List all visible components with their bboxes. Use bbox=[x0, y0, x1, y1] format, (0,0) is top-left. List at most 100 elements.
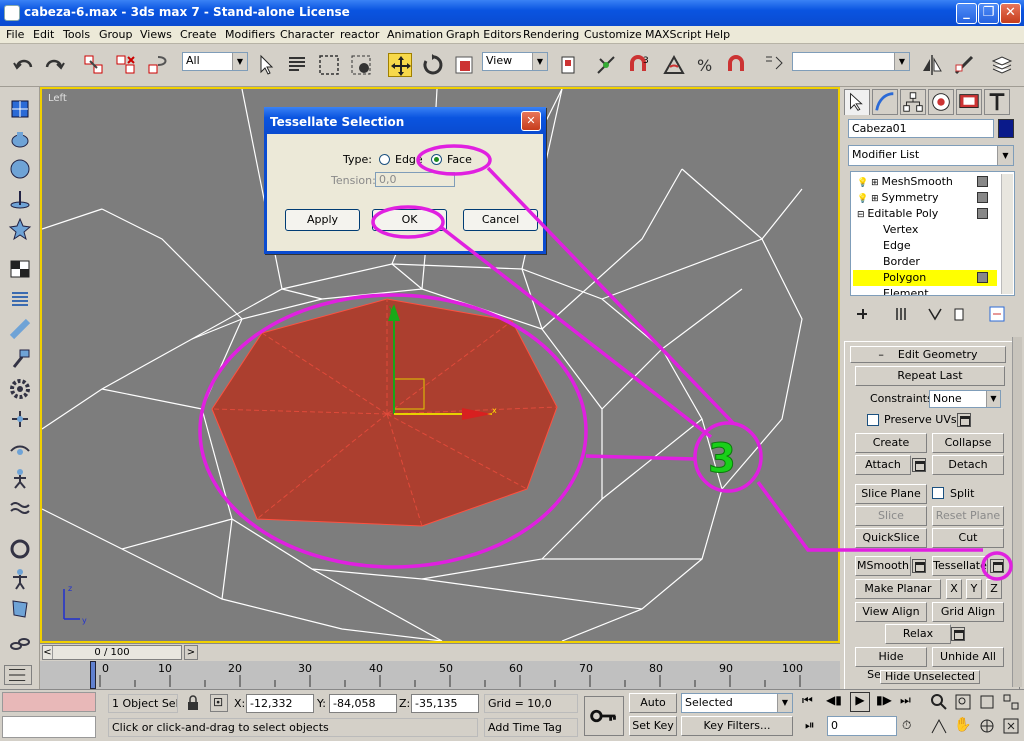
go-to-start-icon[interactable]: ⏮ bbox=[802, 693, 820, 713]
current-frame-field[interactable]: 0 bbox=[827, 716, 897, 736]
reference-coordinate-dropdown[interactable]: View ▼ bbox=[482, 52, 548, 71]
redo-icon[interactable] bbox=[42, 53, 66, 77]
tessellate-settings-button[interactable] bbox=[990, 559, 1004, 573]
menu-help[interactable]: Help bbox=[705, 28, 730, 41]
meshsmooth-toggle[interactable] bbox=[977, 176, 988, 187]
spinner-snap-icon[interactable] bbox=[726, 53, 750, 77]
arc-rotate-icon[interactable] bbox=[978, 717, 996, 735]
display-tab-icon[interactable] bbox=[956, 89, 982, 115]
reset-plane-button[interactable]: Reset Plane bbox=[932, 506, 1004, 526]
relax-button[interactable]: Relax bbox=[885, 624, 951, 644]
menu-views[interactable]: Views bbox=[140, 28, 172, 41]
cloth-icon[interactable] bbox=[8, 597, 32, 621]
make-planar-x-button[interactable]: X bbox=[946, 579, 962, 599]
zoom-all-icon[interactable] bbox=[954, 693, 972, 711]
select-by-name-icon[interactable] bbox=[285, 53, 309, 77]
create-box-icon[interactable] bbox=[8, 97, 32, 121]
menu-reactor[interactable]: reactor bbox=[340, 28, 379, 41]
percent-snap-icon[interactable]: % bbox=[694, 53, 718, 77]
repeat-last-button[interactable]: Repeat Last bbox=[855, 366, 1005, 386]
stack-item-border[interactable]: Border bbox=[883, 254, 920, 270]
key-filters-button[interactable]: Key Filters... bbox=[681, 716, 793, 736]
attach-list-button[interactable] bbox=[912, 458, 926, 472]
collapse-button[interactable]: Collapse bbox=[932, 433, 1004, 453]
snaps-toggle-icon[interactable]: 3 bbox=[628, 53, 652, 77]
stack-item-polygon[interactable]: Polygon bbox=[853, 270, 997, 286]
create-button[interactable]: Create bbox=[855, 433, 927, 453]
dialog-close-button[interactable]: ✕ bbox=[521, 111, 541, 131]
time-configuration-icon[interactable]: ⏱ bbox=[902, 718, 920, 736]
editable-poly-toggle[interactable] bbox=[977, 208, 988, 219]
selection-filter-dropdown[interactable]: All ▼ bbox=[182, 52, 248, 71]
modify-tab-icon[interactable] bbox=[872, 89, 898, 115]
link-chain-icon[interactable] bbox=[8, 632, 32, 656]
attach-button[interactable]: Attach bbox=[855, 455, 911, 475]
hammer-icon[interactable] bbox=[8, 347, 32, 371]
previous-frame-icon[interactable]: ◀▮ bbox=[826, 693, 844, 713]
add-time-tag[interactable]: Add Time Tag bbox=[484, 718, 578, 737]
motion-tab-icon[interactable] bbox=[928, 89, 954, 115]
time-slider[interactable]: <0 / 100 > bbox=[40, 643, 840, 661]
use-pivot-center-icon[interactable] bbox=[556, 53, 580, 77]
close-button[interactable]: ✕ bbox=[1000, 3, 1021, 24]
lock-selection-icon[interactable] bbox=[186, 695, 200, 711]
make-unique-icon[interactable] bbox=[926, 305, 944, 323]
maxscript-input-mini[interactable] bbox=[2, 716, 96, 738]
unhide-all-button[interactable]: Unhide All bbox=[932, 647, 1004, 667]
named-selection-sets-dropdown[interactable]: ▼ bbox=[792, 52, 910, 71]
menu-modifiers[interactable]: Modifiers bbox=[225, 28, 275, 41]
y-coordinate-field[interactable]: -84,058 bbox=[329, 694, 397, 713]
detach-button[interactable]: Detach bbox=[932, 455, 1004, 475]
grid-display-icon[interactable] bbox=[8, 257, 32, 281]
loop-icon[interactable] bbox=[8, 537, 32, 561]
track-bar[interactable]: 0 10 20 30 40 50 60 70 80 90 100 bbox=[4, 661, 840, 689]
object-color-swatch[interactable] bbox=[998, 119, 1014, 138]
split-checkbox[interactable] bbox=[932, 487, 944, 499]
zoom-extents-all-icon[interactable] bbox=[1002, 693, 1020, 711]
unlink-selection-icon[interactable] bbox=[114, 53, 138, 77]
edit-geometry-rollout-header[interactable]: – Edit Geometry bbox=[850, 346, 1006, 363]
modifier-list-dropdown[interactable]: Modifier List ▼ bbox=[848, 145, 1014, 166]
stack-item-element[interactable]: Element bbox=[883, 286, 929, 295]
menu-animation[interactable]: Animation bbox=[387, 28, 443, 41]
menu-rendering[interactable]: Rendering bbox=[523, 28, 579, 41]
configure-modifier-sets-icon[interactable] bbox=[988, 305, 1006, 323]
menu-group[interactable]: Group bbox=[99, 28, 133, 41]
align-icon[interactable] bbox=[952, 53, 976, 77]
select-and-move-icon[interactable] bbox=[388, 53, 412, 77]
current-frame-marker[interactable] bbox=[90, 661, 96, 689]
figure-icon[interactable] bbox=[8, 567, 32, 591]
relax-settings-button[interactable] bbox=[951, 627, 965, 641]
msmooth-button[interactable]: MSmooth bbox=[855, 556, 911, 576]
x-coordinate-field[interactable]: -12,332 bbox=[246, 694, 314, 713]
zoom-extents-icon[interactable] bbox=[978, 693, 996, 711]
menu-graph-editors[interactable]: Graph Editors bbox=[446, 28, 522, 41]
select-and-manipulate-icon[interactable] bbox=[594, 53, 618, 77]
create-tab-icon[interactable] bbox=[844, 89, 870, 115]
maximize-viewport-icon[interactable] bbox=[1002, 717, 1020, 735]
create-sphere-icon[interactable] bbox=[8, 157, 32, 181]
set-key-button[interactable]: Set Key bbox=[629, 716, 677, 736]
ok-button[interactable]: OK bbox=[372, 209, 447, 231]
select-and-rotate-icon[interactable] bbox=[420, 53, 444, 77]
hide-unselected-button[interactable]: Hide Unselected bbox=[880, 670, 980, 684]
constraints-dropdown[interactable]: None ▼ bbox=[929, 390, 1001, 408]
menu-file[interactable]: File bbox=[6, 28, 24, 41]
tube-icon[interactable] bbox=[8, 317, 32, 341]
symmetry-toggle[interactable] bbox=[977, 192, 988, 203]
next-frame-icon[interactable]: ▮▶ bbox=[876, 693, 894, 713]
time-slider-thumb[interactable]: <0 / 100 bbox=[42, 645, 182, 660]
coil-icon[interactable] bbox=[8, 287, 32, 311]
go-to-end-icon[interactable]: ⏭ bbox=[900, 693, 918, 713]
object-name-field[interactable]: Cabeza01 bbox=[848, 119, 994, 138]
menu-character[interactable]: Character bbox=[280, 28, 334, 41]
apply-button[interactable]: Apply bbox=[285, 209, 360, 231]
menu-tools[interactable]: Tools bbox=[63, 28, 90, 41]
angle-snap-icon[interactable] bbox=[662, 53, 686, 77]
edit-named-selection-icon[interactable] bbox=[762, 53, 786, 77]
pin-stack-icon[interactable] bbox=[854, 305, 872, 323]
curve-editor-icon[interactable] bbox=[4, 665, 32, 685]
z-coordinate-field[interactable]: -35,135 bbox=[411, 694, 479, 713]
make-planar-button[interactable]: Make Planar bbox=[855, 579, 941, 599]
maxscript-listener-mini[interactable] bbox=[2, 692, 96, 712]
